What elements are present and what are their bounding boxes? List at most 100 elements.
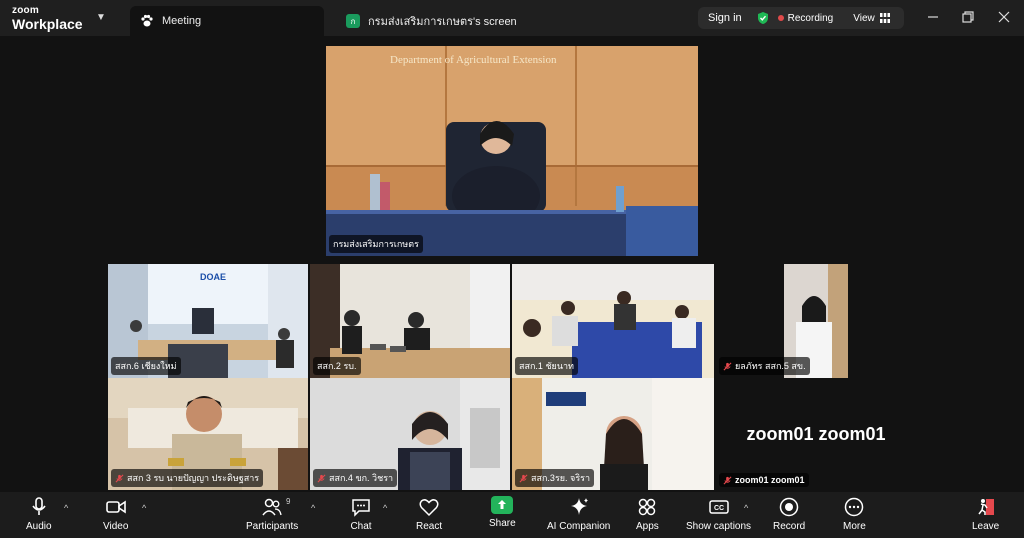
share-label: Share xyxy=(489,518,516,529)
office-sign xyxy=(548,392,584,404)
share-screen-icon xyxy=(491,496,514,514)
captions-button[interactable]: CC Show captions xyxy=(686,496,751,532)
mic-muted-icon xyxy=(115,474,124,482)
participants-label: Participants xyxy=(246,521,299,532)
tab-meeting-label: Meeting xyxy=(162,15,202,27)
ai-companion-label: AI Companion xyxy=(547,521,611,532)
tab-screen-label: กรมส่งเสริมการเกษตร's screen xyxy=(368,16,517,28)
mic-muted-icon xyxy=(519,474,528,482)
react-label: React xyxy=(416,521,443,532)
tab-shared-screen[interactable]: ก กรมส่งเสริมการเกษตร's screen xyxy=(336,6,636,36)
participant-label-6: สสก.4 ขก. วิชรา xyxy=(313,469,398,487)
shield-check-icon[interactable] xyxy=(756,11,770,25)
participant-label-8: zoom01 zoom01 xyxy=(719,473,809,487)
participant-label-2: สสก.2 รบ. xyxy=(313,357,361,375)
record-label: Record xyxy=(773,521,806,532)
participants-options-caret-icon[interactable]: ^ xyxy=(311,503,315,513)
video-tile-6[interactable]: สสก.4 ขก. วิชรา xyxy=(310,378,510,490)
participants-count: 9 xyxy=(286,497,291,506)
audio-button[interactable]: Audio xyxy=(26,496,52,532)
captions-label: Show captions xyxy=(686,521,752,532)
heart-icon xyxy=(419,499,439,517)
participants-icon xyxy=(262,498,282,516)
paw-icon xyxy=(141,14,153,27)
react-button[interactable]: React xyxy=(416,496,442,532)
mic-muted-icon xyxy=(723,476,732,484)
restore-icon[interactable] xyxy=(960,9,976,25)
video-tile-5[interactable]: สสก 3 รบ นายปัญญา ประดิษฐสาร xyxy=(108,378,308,490)
video-tile-4[interactable]: ยลภัทร สสก.5 สข. xyxy=(716,264,916,378)
video-tile-1[interactable]: DOAE สสก.6 เชียงใหม่ xyxy=(108,264,308,378)
closed-captions-icon: CC xyxy=(708,500,729,514)
grid-view-icon[interactable] xyxy=(879,13,890,23)
participant-name: สสก.2 รบ. xyxy=(317,361,357,371)
record-icon xyxy=(779,497,799,517)
presenter-wall-sign: Department of Agricultural Extension xyxy=(390,54,557,66)
video-tile-7[interactable]: สสก.3รย. จริรา xyxy=(512,378,714,490)
more-dots-icon xyxy=(845,497,864,517)
ai-companion-button[interactable]: AI Companion xyxy=(547,496,610,532)
participant-label-4: ยลภัทร สสก.5 สข. xyxy=(719,357,810,375)
video-tile-8[interactable]: zoom01 zoom01 zoom01 zoom01 xyxy=(716,378,916,490)
video-options-caret-icon[interactable]: ^ xyxy=(142,503,146,513)
participant-label-3: สสก.1 ชัยนาท xyxy=(515,357,578,375)
recording-dot-icon xyxy=(777,15,784,21)
top-status-pill: Sign in Recording View xyxy=(698,7,904,29)
chat-options-caret-icon[interactable]: ^ xyxy=(383,503,387,513)
doae-banner: DOAE xyxy=(200,272,227,282)
participant-name: สสก.6 เชียงใหม่ xyxy=(115,361,177,371)
microphone-icon xyxy=(32,497,46,515)
brand-line2: Workplace xyxy=(12,16,83,32)
video-tile-presenter[interactable]: Department of Agricultural Extension กรม… xyxy=(326,46,698,256)
svg-text:CC: CC xyxy=(713,505,723,512)
apps-icon xyxy=(639,498,656,516)
video-tile-3[interactable]: สสก.1 ชัยนาท xyxy=(512,264,714,378)
video-button[interactable]: Video xyxy=(103,496,128,532)
video-camera-icon xyxy=(105,500,126,514)
tab-meeting[interactable]: Meeting xyxy=(130,6,324,36)
chevron-down-icon[interactable]: ▼ xyxy=(96,12,106,23)
audio-options-caret-icon[interactable]: ^ xyxy=(64,503,68,513)
participant-name: สสก.4 ขก. วิชรา xyxy=(329,473,394,483)
mic-muted-icon xyxy=(723,362,732,370)
participant-label-1: สสก.6 เชียงใหม่ xyxy=(111,357,181,375)
minimize-icon[interactable] xyxy=(925,9,941,25)
participant-name: สสก.1 ชัยนาท xyxy=(519,361,574,371)
meeting-toolbar: Audio ^ Video ^ Participants 9 ^ Chat ^ … xyxy=(0,492,1024,538)
apps-button[interactable]: Apps xyxy=(636,496,659,532)
more-button[interactable]: More xyxy=(843,496,866,532)
close-icon[interactable] xyxy=(996,9,1012,25)
more-label: More xyxy=(843,521,866,532)
participant-label-presenter: กรมส่งเสริมการเกษตร xyxy=(329,235,423,253)
participant-label-7: สสก.3รย. จริรา xyxy=(515,469,595,487)
audio-label: Audio xyxy=(26,521,52,532)
screen-share-icon: ก xyxy=(346,14,360,28)
chat-bubble-icon xyxy=(352,499,370,517)
participant-name: zoom01 zoom01 xyxy=(735,475,805,485)
video-tile-2[interactable]: สสก.2 รบ. xyxy=(310,264,510,378)
record-button[interactable]: Record xyxy=(773,496,805,532)
leave-button[interactable]: Leave xyxy=(972,496,999,532)
zoom-logo[interactable]: zoom Workplace xyxy=(12,5,83,32)
participant-name: สสก 3 รบ นายปัญญา ประดิษฐสาร xyxy=(127,473,260,483)
presenter-video xyxy=(326,46,698,256)
participant-name: สสก.3รย. จริรา xyxy=(531,473,591,483)
share-button[interactable]: Share xyxy=(489,496,516,529)
participant-name: ยลภัทร สสก.5 สข. xyxy=(735,361,806,371)
recording-status[interactable]: Recording xyxy=(788,13,834,24)
participant-display-name: zoom01 zoom01 xyxy=(746,423,886,444)
captions-options-caret-icon[interactable]: ^ xyxy=(744,503,748,513)
participant-name: กรมส่งเสริมการเกษตร xyxy=(333,239,419,249)
chat-button[interactable]: Chat xyxy=(350,496,372,532)
participant-label-5: สสก 3 รบ นายปัญญา ประดิษฐสาร xyxy=(111,469,264,487)
chat-label: Chat xyxy=(350,521,372,532)
title-bar: zoom Workplace ▼ Meeting ก กรมส่งเสริมกา… xyxy=(0,0,1024,36)
brand-line1: zoom xyxy=(12,5,39,16)
mic-muted-icon xyxy=(317,474,326,482)
video-label: Video xyxy=(103,521,129,532)
leave-door-icon xyxy=(978,499,994,515)
sparkle-icon xyxy=(570,498,588,515)
view-button[interactable]: View xyxy=(853,13,875,24)
zoom-window: zoom Workplace ▼ Meeting ก กรมส่งเสริมกา… xyxy=(0,0,1024,538)
sign-in-button[interactable]: Sign in xyxy=(708,12,742,24)
